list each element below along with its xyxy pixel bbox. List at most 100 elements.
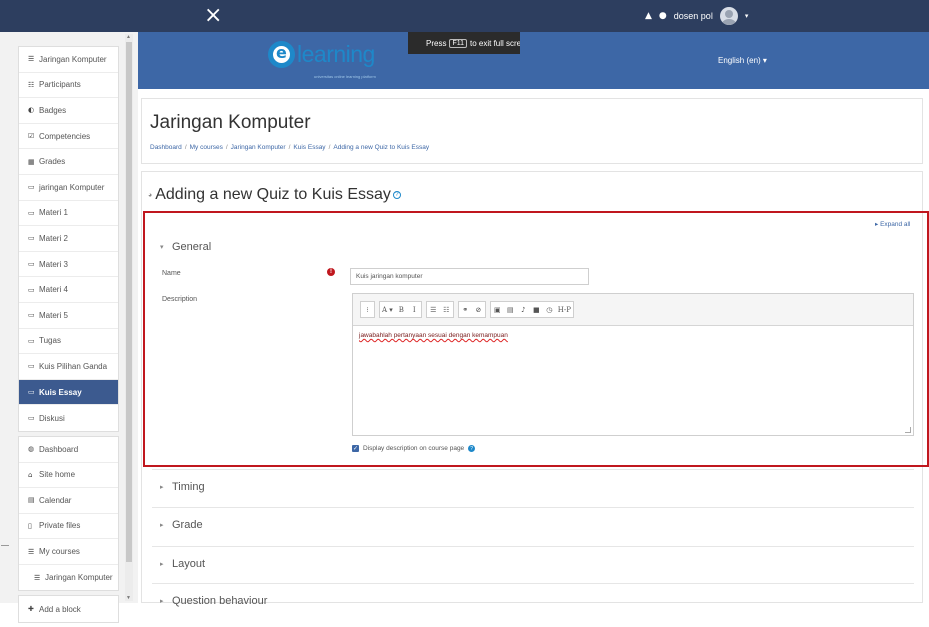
sidebar-item-materi-3[interactable]: ▭ Materi 3 bbox=[19, 252, 118, 278]
close-icon[interactable]: × bbox=[204, 4, 222, 28]
breadcrumb-item[interactable]: My courses bbox=[190, 144, 223, 151]
sidebar-item-competencies[interactable]: ☑ Competencies bbox=[19, 124, 118, 150]
name-field[interactable] bbox=[350, 268, 589, 285]
sidebar-item-label: Private files bbox=[39, 521, 81, 531]
sidebar-item-jaringan-komputer[interactable]: ▭ jaringan Komputer bbox=[19, 175, 118, 201]
form-heading-text: Adding a new Quiz to Kuis Essay bbox=[155, 186, 391, 203]
sidebar-item-icon: ▦ bbox=[28, 157, 35, 166]
insert-h5p-button[interactable]: H-P bbox=[556, 302, 573, 317]
section-grade-toggle[interactable]: ▸ Grade bbox=[160, 519, 203, 531]
site-logo[interactable]: learning universitas online learning pla… bbox=[268, 41, 376, 79]
sidebar-item-private-files[interactable]: ▯ Private files bbox=[19, 514, 118, 540]
quiz-module-icon: ◕ bbox=[148, 191, 153, 199]
logo-mark-icon bbox=[268, 41, 295, 68]
sidebar-item-materi-4[interactable]: ▭ Materi 4 bbox=[19, 277, 118, 303]
sidebar-item-icon: ▤ bbox=[28, 496, 35, 505]
section-question-behaviour-toggle[interactable]: ▸ Question behaviour bbox=[160, 595, 267, 607]
breadcrumb-item[interactable]: Adding a new Quiz to Kuis Essay bbox=[333, 144, 429, 151]
sidebar-item-icon: ▭ bbox=[28, 183, 35, 192]
breadcrumb-separator: / bbox=[225, 144, 228, 151]
sidebar-item-dashboard[interactable]: ◍ Dashboard bbox=[19, 437, 118, 463]
scrollbar-thumb[interactable] bbox=[126, 42, 132, 562]
user-menu-area: ▲ ● dosen pol ▾ bbox=[645, 7, 748, 25]
sidebar-item-kuis-pilihan-ganda[interactable]: ▭ Kuis Pilihan Ganda bbox=[19, 354, 118, 380]
sidebar-item-calendar[interactable]: ▤ Calendar bbox=[19, 488, 118, 514]
manage-files-button[interactable]: ◷ bbox=[543, 302, 556, 317]
bell-icon[interactable]: ▲ bbox=[645, 11, 652, 21]
sidebar-item-site-home[interactable]: ⌂ Site home bbox=[19, 463, 118, 489]
breadcrumb-item[interactable]: Dashboard bbox=[150, 144, 182, 151]
sidebar-item-label: Participants bbox=[39, 80, 81, 90]
avatar[interactable] bbox=[719, 7, 738, 25]
section-layout-toggle[interactable]: ▸ Layout bbox=[160, 558, 205, 570]
chevron-down-icon[interactable]: ▾ bbox=[745, 12, 749, 20]
help-icon[interactable]: ? bbox=[468, 445, 476, 452]
help-icon[interactable]: ? bbox=[392, 191, 401, 199]
text-style-button[interactable]: A ▾ bbox=[380, 302, 395, 317]
sidebar-item-label: Badges bbox=[39, 105, 67, 115]
sidebar-item-kuis-essay[interactable]: ▭ Kuis Essay bbox=[19, 379, 118, 406]
section-title: Grade bbox=[172, 519, 203, 531]
sidebar-item-label: Materi 1 bbox=[39, 208, 68, 218]
editor-content[interactable]: jawabahlah pertanyaan sesuai dengan kema… bbox=[353, 326, 913, 345]
add-block-button[interactable]: ✚ Add a block bbox=[19, 596, 118, 622]
italic-button[interactable]: I bbox=[408, 302, 421, 317]
description-editor[interactable]: ⁝ A ▾ B I ☰ ☷ ⚭ ⊘ ▣ ▤ ♪ ■ ◷ H-P jawabahlah pertanyaan… bbox=[352, 293, 914, 436]
sidebar-item-icon: ◐ bbox=[28, 106, 35, 115]
insert-link-button[interactable]: ⚭ bbox=[459, 302, 472, 317]
user-name[interactable]: dosen pol bbox=[674, 11, 713, 21]
insert-image-button[interactable]: ▣ bbox=[491, 302, 504, 317]
resize-handle[interactable] bbox=[905, 427, 911, 433]
sidebar-item-label: Competencies bbox=[39, 131, 91, 141]
sidebar-item-label: Dashboard bbox=[39, 444, 79, 454]
drawer-scrollbar[interactable]: ▲ ▼ bbox=[125, 34, 133, 601]
breadcrumb-item[interactable]: Jaringan Komputer bbox=[231, 144, 286, 151]
sidebar-item-my-courses[interactable]: ☰ My courses bbox=[19, 539, 118, 565]
nav-course-group: ☰ Jaringan Komputer ☷ Participants ◐ Badges ☑ C… bbox=[18, 46, 119, 432]
breadcrumb-item[interactable]: Kuis Essay bbox=[293, 144, 325, 151]
name-label: Name bbox=[162, 270, 181, 277]
bold-button[interactable]: B bbox=[395, 302, 408, 317]
sidebar-item-badges[interactable]: ◐ Badges bbox=[19, 98, 118, 124]
remove-link-button[interactable]: ⊘ bbox=[472, 302, 485, 317]
scroll-down-icon[interactable]: ▼ bbox=[126, 595, 131, 601]
expand-all-label: Expand all bbox=[880, 221, 911, 228]
collapse-toolbar-button[interactable]: ⁝ bbox=[361, 302, 374, 317]
sidebar-item-participants[interactable]: ☷ Participants bbox=[19, 73, 118, 99]
nav-drawer: ☰ Jaringan Komputer ☷ Participants ◐ Badges ☑ C… bbox=[18, 46, 119, 627]
sidebar-item-icon: ▭ bbox=[28, 208, 35, 217]
insert-media-button[interactable]: ▤ bbox=[504, 302, 517, 317]
sidebar-item-jaringan-komputer[interactable]: ☰ Jaringan Komputer bbox=[19, 565, 118, 591]
scroll-up-icon[interactable]: ▲ bbox=[126, 34, 131, 40]
chevron-down-icon: ▾ bbox=[160, 244, 164, 251]
sidebar-item-label: Kuis Essay bbox=[39, 387, 82, 397]
sidebar-item-icon: ☑ bbox=[28, 132, 35, 141]
sidebar-item-grades[interactable]: ▦ Grades bbox=[19, 149, 118, 175]
sidebar-item-icon: ▭ bbox=[28, 285, 35, 294]
record-video-button[interactable]: ■ bbox=[530, 302, 543, 317]
sidebar-item-icon: ☰ bbox=[34, 573, 41, 582]
section-general-toggle[interactable]: ▾ General bbox=[160, 241, 211, 253]
sidebar-item-icon: ⌂ bbox=[28, 470, 33, 479]
expand-all-link[interactable]: ▸ Expand all bbox=[875, 220, 910, 228]
sidebar-item-label: Calendar bbox=[39, 495, 72, 505]
sidebar-item-label: Materi 3 bbox=[39, 259, 68, 269]
language-menu[interactable]: English (en) ▾ bbox=[718, 56, 767, 65]
sidebar-item-label: Materi 2 bbox=[39, 233, 68, 243]
section-timing-toggle[interactable]: ▸ Timing bbox=[160, 481, 205, 493]
ordered-list-button[interactable]: ☷ bbox=[440, 302, 453, 317]
sidebar-item-tugas[interactable]: ▭ Tugas bbox=[19, 329, 118, 355]
toolbar-group: ⁝ bbox=[360, 301, 375, 318]
show-description-checkbox[interactable]: ✓ bbox=[352, 445, 359, 452]
sidebar-item-materi-2[interactable]: ▭ Materi 2 bbox=[19, 226, 118, 252]
chat-icon[interactable]: ● bbox=[659, 11, 667, 21]
record-audio-button[interactable]: ♪ bbox=[517, 302, 530, 317]
sidebar-item-label: jaringan Komputer bbox=[39, 182, 105, 192]
course-header: Jaringan Komputer Dashboard / My courses / J… bbox=[141, 98, 923, 164]
sidebar-item-materi-1[interactable]: ▭ Materi 1 bbox=[19, 201, 118, 227]
sidebar-item-jaringan-komputer[interactable]: ☰ Jaringan Komputer bbox=[19, 47, 118, 73]
unordered-list-button[interactable]: ☰ bbox=[427, 302, 440, 317]
sidebar-item-diskusi[interactable]: ▭ Diskusi bbox=[19, 405, 118, 431]
sidebar-item-materi-5[interactable]: ▭ Materi 5 bbox=[19, 303, 118, 329]
section-title: Timing bbox=[172, 481, 205, 493]
